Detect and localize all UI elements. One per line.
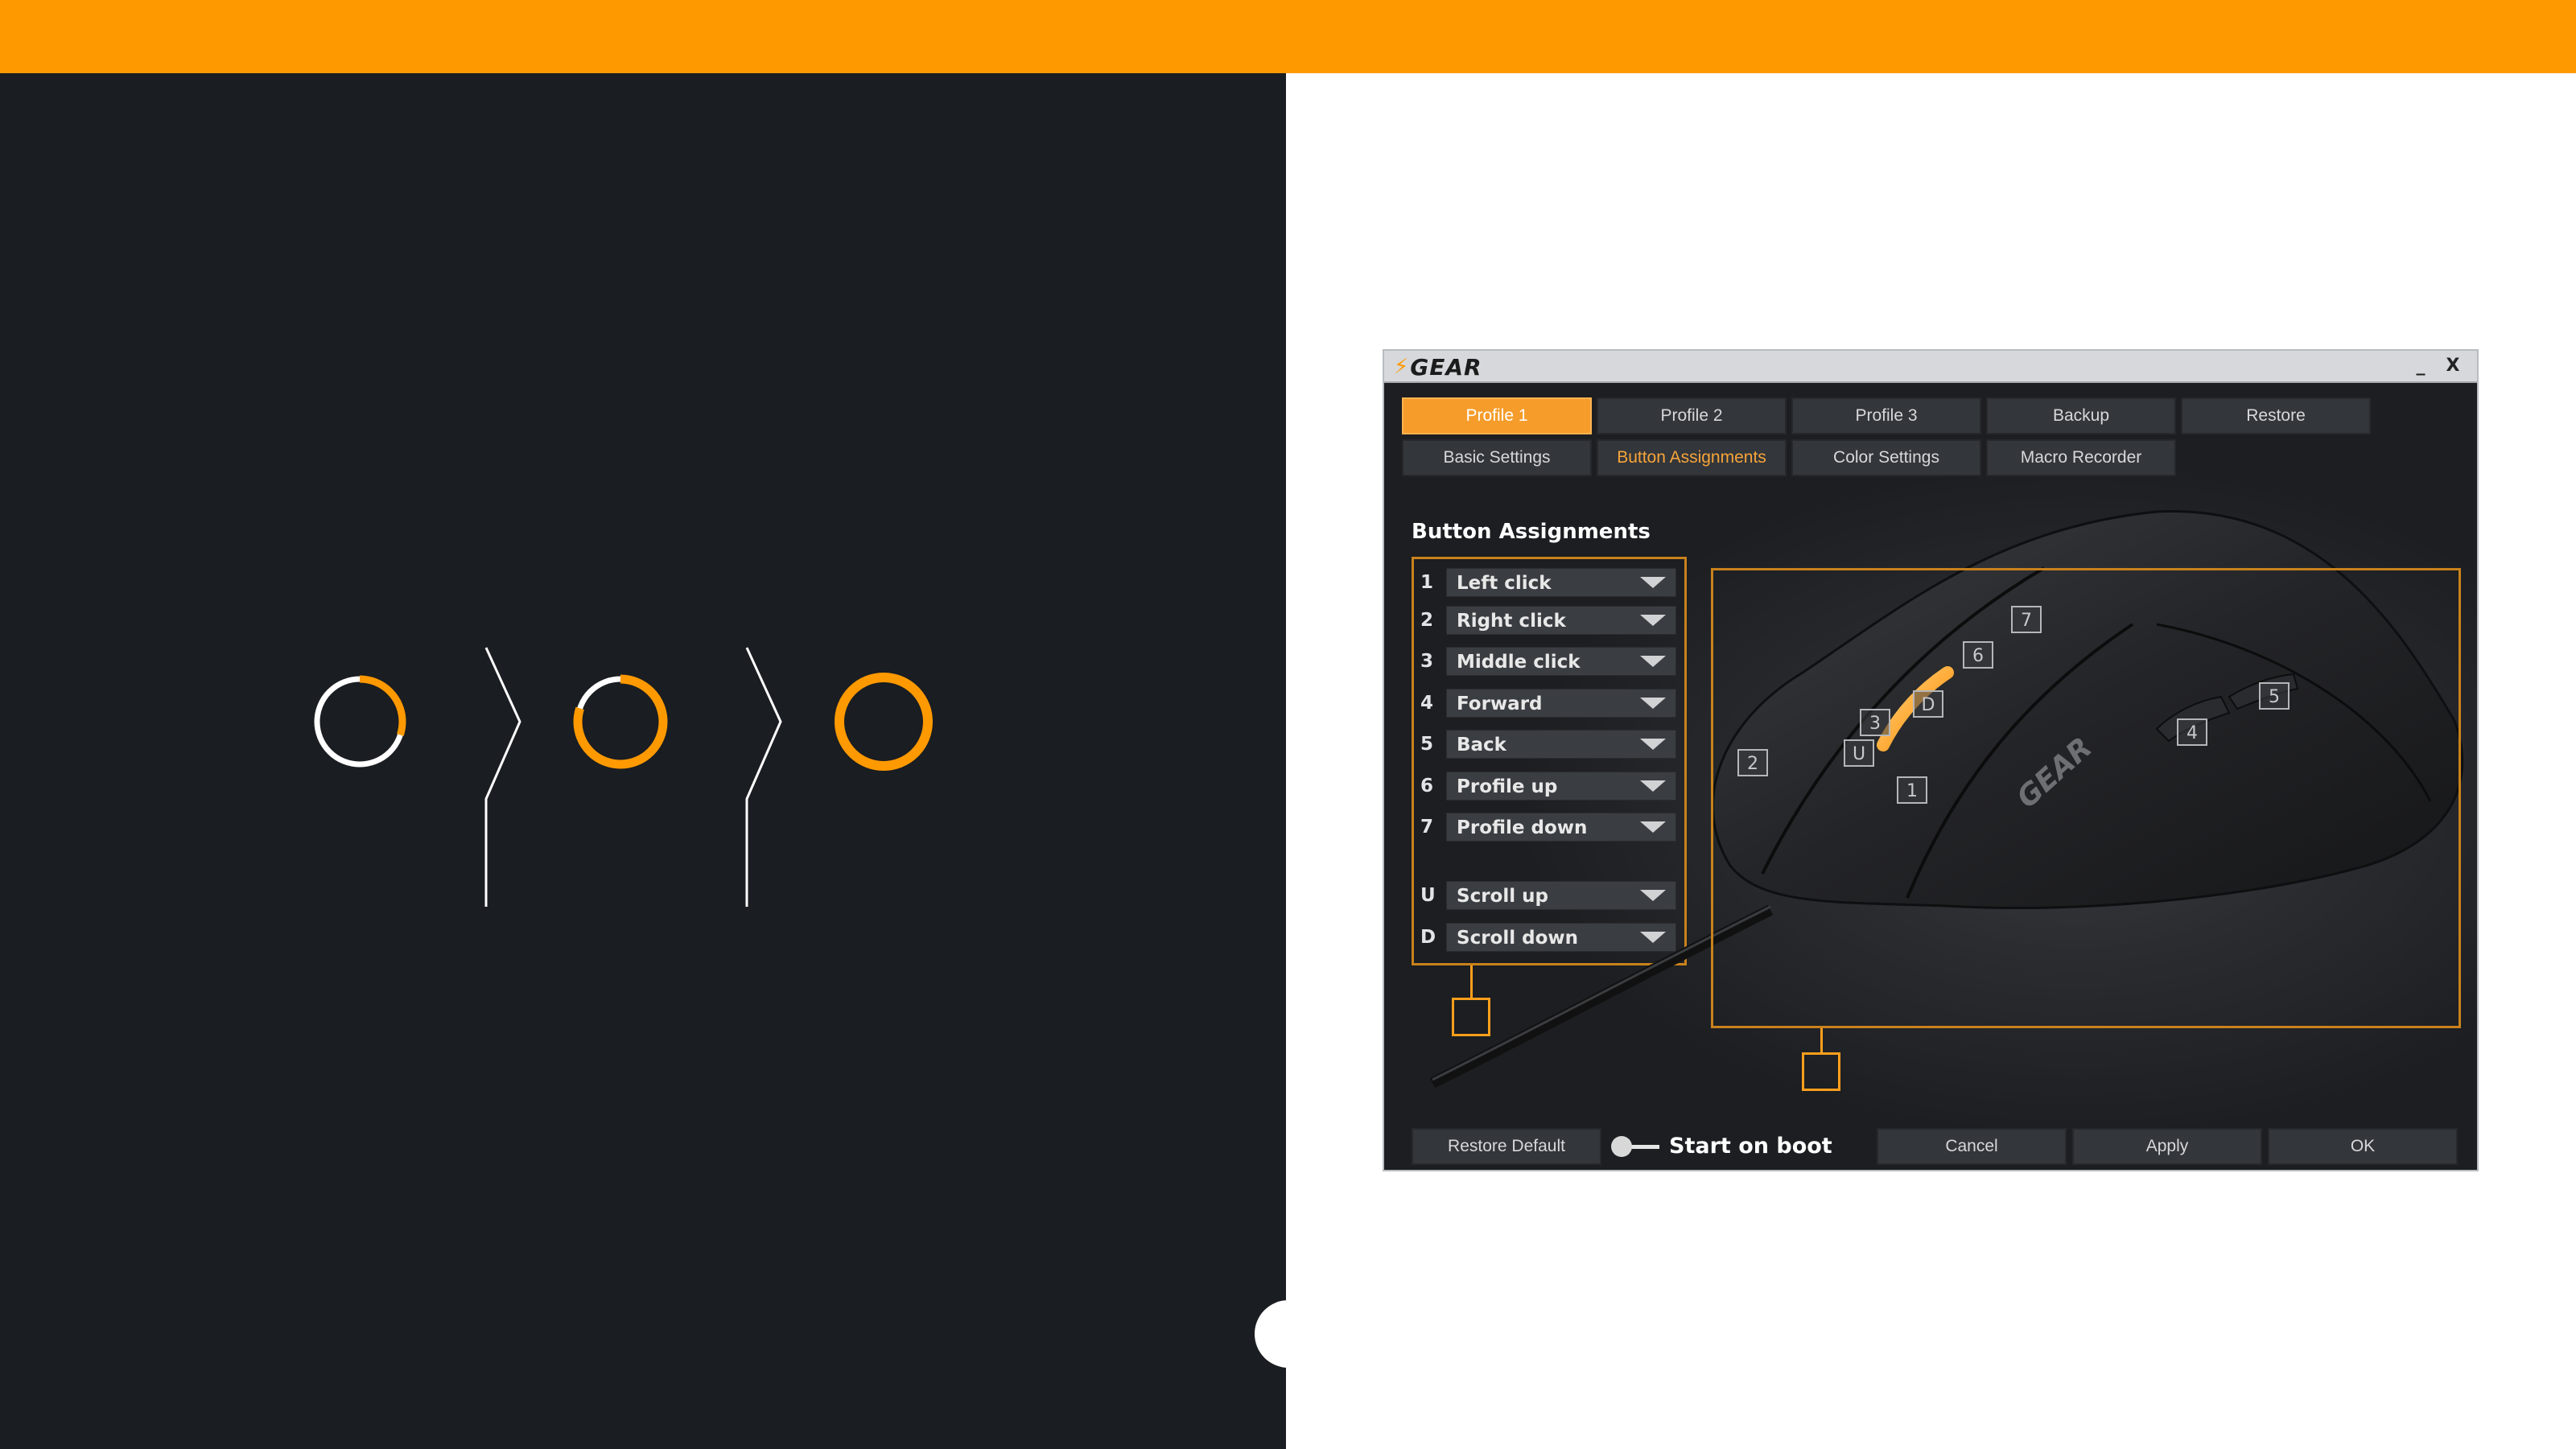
- step-divider-1: [484, 647, 521, 907]
- minimize-button[interactable]: _: [2406, 352, 2435, 380]
- start-on-boot-toggle[interactable]: [1611, 1136, 1661, 1157]
- mouse-preview-frame: [1711, 568, 2461, 1028]
- step-3-progress-ring: [835, 673, 933, 771]
- fnatic-gear-app-window: ⚡ GEAR _ X Profile 1 Profile 2 Profile 3…: [1383, 349, 2479, 1171]
- callout-line-left: [1470, 965, 1473, 999]
- close-button[interactable]: X: [2438, 352, 2467, 380]
- toggle-knob: [1611, 1136, 1632, 1157]
- app-logo: ⚡ GEAR: [1394, 353, 1482, 381]
- title-bar: ⚡ GEAR _ X: [1384, 351, 2477, 383]
- progress-steps: [313, 647, 933, 907]
- cancel-button[interactable]: Cancel: [1877, 1128, 2067, 1165]
- ok-button[interactable]: OK: [2268, 1128, 2458, 1165]
- start-on-boot-label: Start on boot: [1669, 1134, 1832, 1159]
- apply-button[interactable]: Apply: [2072, 1128, 2262, 1165]
- app-client-area: Profile 1 Profile 2 Profile 3 Backup Res…: [1384, 383, 2477, 1170]
- callout-box-left: [1452, 998, 1490, 1036]
- step-1-progress-ring: [313, 675, 406, 768]
- callout-line-right: [1820, 1028, 1823, 1054]
- edge-cover: [1286, 1287, 1334, 1384]
- logo-text: GEAR: [1410, 353, 1482, 381]
- step-2-progress-ring: [573, 674, 668, 769]
- restore-default-button[interactable]: Restore Default: [1412, 1128, 1601, 1165]
- fnatic-logo-icon: ⚡: [1394, 355, 1409, 379]
- callout-box-right: [1802, 1052, 1840, 1091]
- step-divider-2: [745, 647, 782, 907]
